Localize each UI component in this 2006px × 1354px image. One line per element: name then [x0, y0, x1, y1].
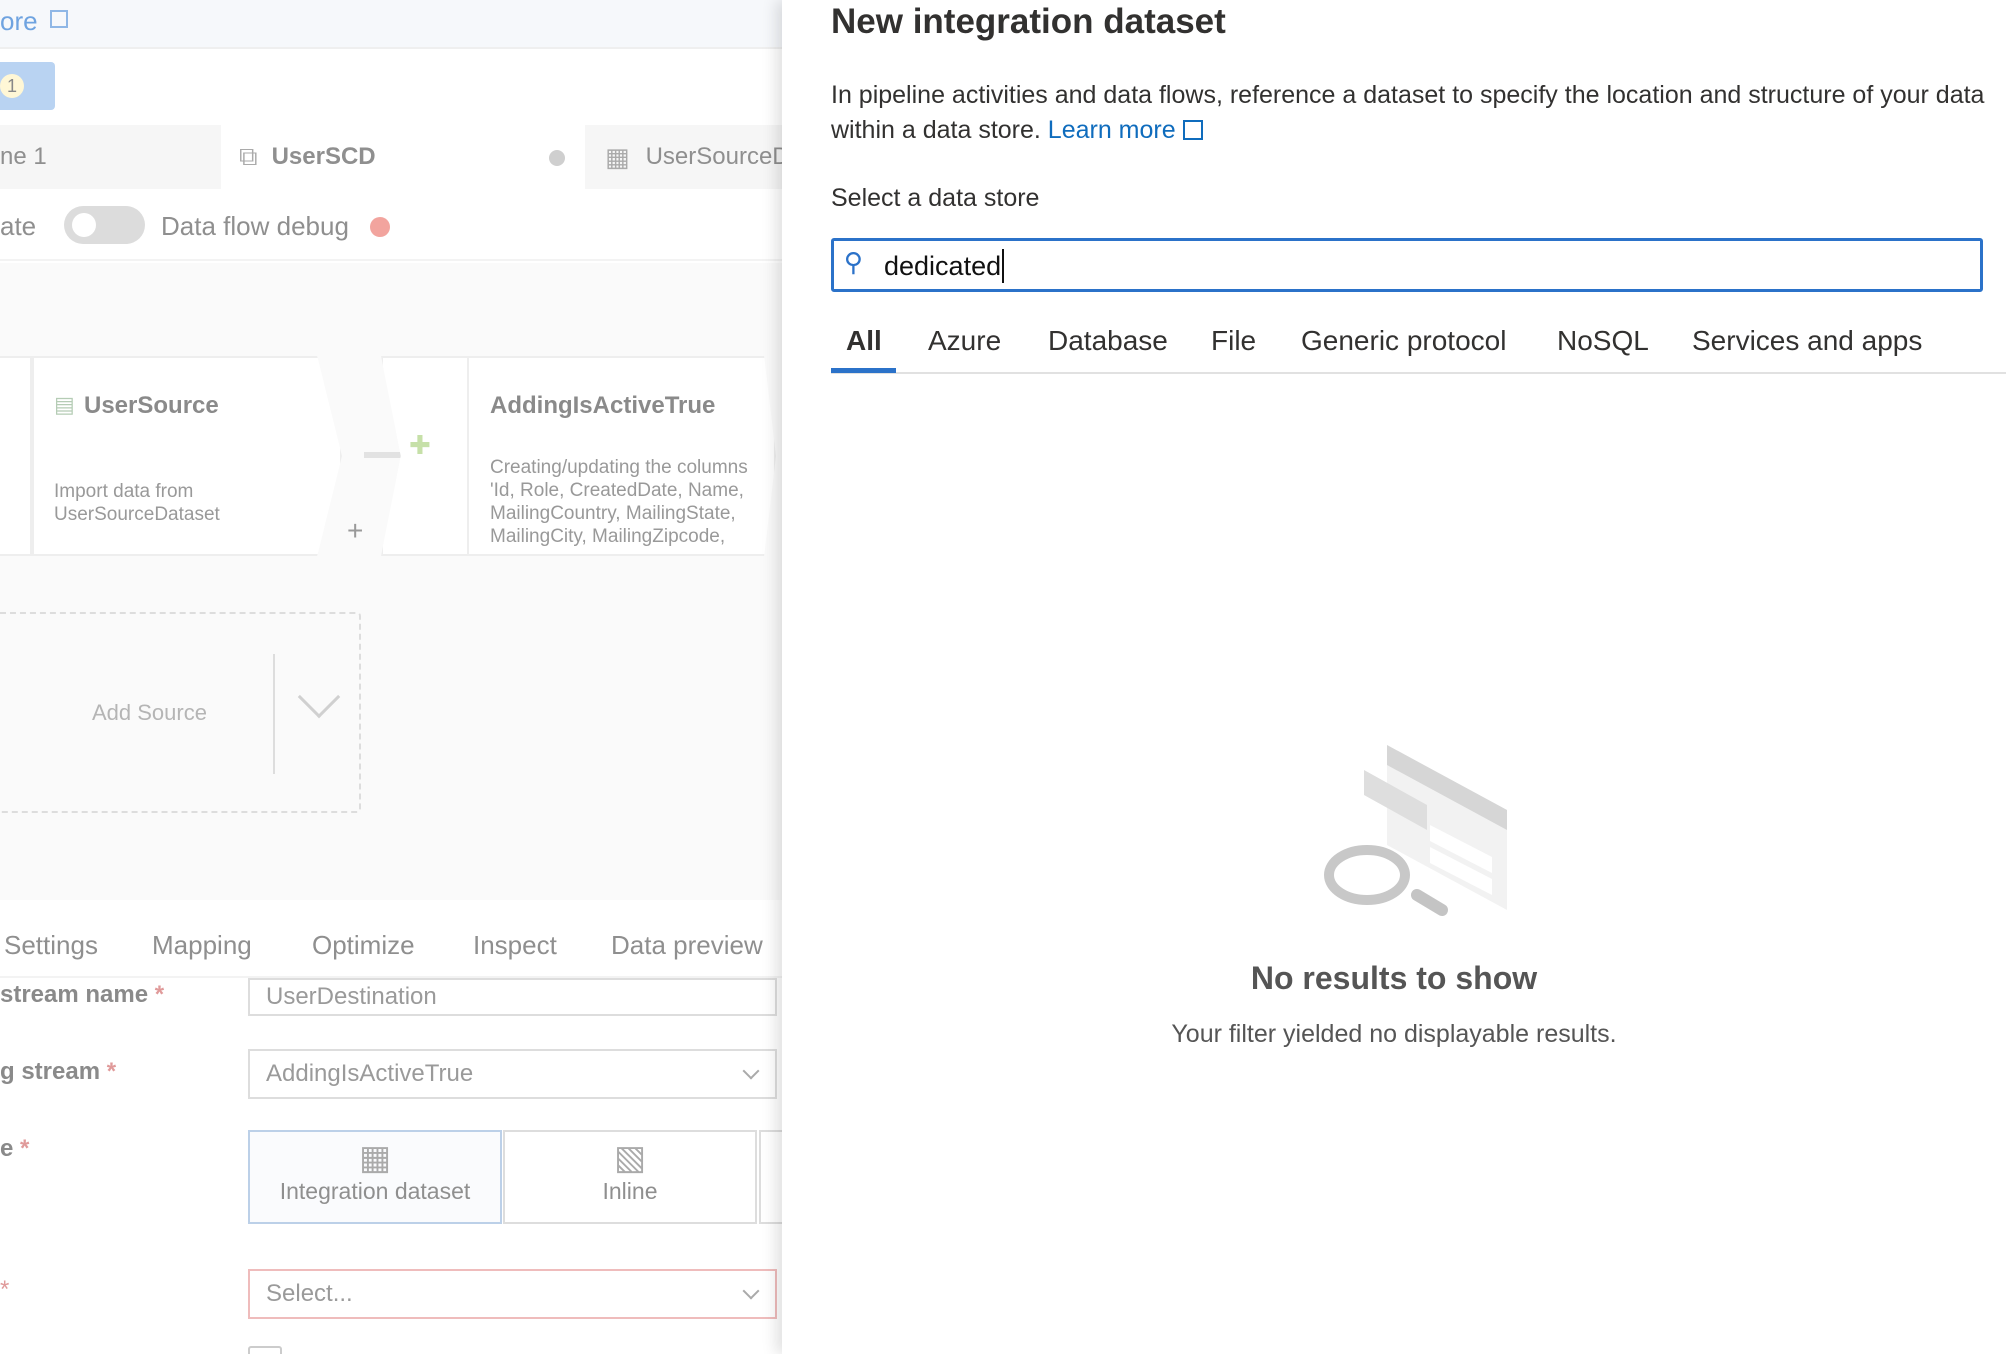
notification-count: 1 [0, 74, 24, 98]
external-link-icon [1182, 120, 1203, 140]
new-integration-dataset-panel: New integration dataset In pipeline acti… [782, 0, 2006, 1354]
tab-pipeline[interactable]: ne 1 [0, 125, 221, 189]
debug-status-icon [370, 217, 390, 237]
tab-usersourcedataset[interactable]: ▦ UserSourceD [585, 125, 782, 189]
chevron-down-icon[interactable] [297, 675, 341, 719]
label-text: g stream [0, 1058, 101, 1085]
debug-label: Data flow debug [161, 211, 349, 241]
learn-more-link[interactable]: Learn more [1048, 116, 1203, 144]
node-usersource[interactable]: ▤ UserSource Import data from UserSource… [32, 356, 342, 556]
text-cursor [1002, 249, 1004, 283]
magnifier-lens [1324, 845, 1410, 905]
select-data-store-label: Select a data store [831, 184, 1040, 212]
canvas: ▤ UserSource Import data from UserSource… [0, 263, 782, 900]
panel-title: New integration dataset [831, 2, 1226, 41]
active-tab-indicator [831, 368, 896, 373]
incoming-stream-dropdown[interactable]: AddingIsActiveTrue [248, 1049, 777, 1099]
tab-userscd[interactable]: ⧉ UserSCD [221, 125, 585, 189]
external-link-icon [50, 10, 68, 28]
add-source-label: Add Source [92, 700, 207, 725]
node-description: Import data from UserSourceDataset [54, 481, 220, 525]
dataflow-icon: ⧉ [239, 141, 258, 171]
toolbar: ate Data flow debug [0, 189, 782, 261]
tab-file[interactable]: File [1211, 325, 1256, 357]
option-label: Integration dataset [279, 1178, 471, 1204]
empty-state-subtitle: Your filter yielded no displayable resul… [1171, 1020, 1617, 1048]
settings-tabs: Settings Mapping Optimize Inspect Data p… [0, 900, 782, 978]
input-value: UserDestination [266, 983, 437, 1010]
notifications-button[interactable]: 1 [0, 62, 55, 110]
chevron-down-icon [742, 1282, 760, 1300]
background-data-flow-editor: ore 1 ne 1 ⧉ UserSCD ▦ UserSourceD ate D… [0, 0, 782, 1354]
label-text: stream name [0, 981, 149, 1008]
chevron-down-icon [742, 1062, 760, 1080]
tab-settings[interactable]: Settings [4, 930, 98, 961]
search-value: dedicated [884, 251, 1002, 281]
incoming-stream-label: g stream * [0, 1058, 116, 1086]
tab-optimize[interactable]: Optimize [312, 930, 415, 961]
inline-option[interactable]: ▧ Inline [503, 1130, 757, 1224]
table-icon: ▦ [605, 141, 630, 172]
required-mark: * [20, 1135, 30, 1162]
toggle-knob [72, 213, 96, 237]
tabs-divider [831, 372, 2006, 374]
csv-file-icon: ▤ [54, 392, 75, 417]
toolbar-label: ate [0, 211, 37, 241]
tab-label: UserSCD [271, 143, 376, 170]
magnifier-handle [1411, 889, 1448, 916]
add-transformation-button[interactable]: + [347, 515, 363, 547]
panel-description: In pipeline activities and data flows, r… [831, 78, 1991, 148]
tab-database[interactable]: Database [1048, 325, 1168, 357]
integration-dataset-option[interactable]: ▦ Integration dataset [248, 1130, 502, 1224]
required-mark: * [106, 1058, 117, 1085]
tab-azure[interactable]: Azure [928, 325, 1001, 357]
required-mark: * [0, 1276, 10, 1303]
dropdown-placeholder: Select... [266, 1280, 353, 1307]
stream-name-input[interactable]: UserDestination [248, 978, 777, 1016]
checkbox[interactable] [248, 1346, 282, 1354]
node-description: Creating/updating the columns 'Id, Role,… [490, 457, 748, 547]
add-source-box[interactable]: Add Source [0, 612, 361, 813]
label-text: e [0, 1135, 14, 1162]
dropdown-value: AddingIsActiveTrue [266, 1060, 474, 1087]
unsaved-dot-icon [549, 150, 565, 166]
tab-label: UserSourceD [645, 143, 782, 170]
node-addingisactivetrue[interactable]: ✚ AddingIsActiveTrue Creating/updating t… [381, 356, 776, 556]
tab-nosql[interactable]: NoSQL [1557, 325, 1649, 357]
tab-generic-protocol[interactable]: Generic protocol [1301, 325, 1506, 357]
stream-name-label: stream name * [0, 981, 164, 1009]
source-type-label: e * [0, 1135, 29, 1163]
info-bar: ore [0, 0, 782, 49]
link-text: Learn more [1047, 116, 1176, 144]
tab-label: ne 1 [0, 143, 47, 170]
option-partial[interactable] [759, 1130, 782, 1224]
no-results-illustration [1324, 745, 1507, 916]
connector [364, 452, 401, 458]
tab-inspect[interactable]: Inspect [473, 930, 557, 961]
tab-services-and-apps[interactable]: Services and apps [1692, 325, 1922, 357]
empty-state-title: No results to show [1250, 960, 1538, 996]
node-title: UserSource [84, 392, 219, 419]
tab-data-preview[interactable]: Data preview [611, 930, 763, 961]
inline-icon: ▧ [613, 1139, 647, 1177]
search-input[interactable]: ⚲ dedicated [831, 238, 1983, 292]
derived-column-icon: ✚ [409, 430, 431, 460]
option-label: Inline [602, 1178, 658, 1204]
table-icon: ▦ [358, 1139, 392, 1177]
search-icon: ⚲ [844, 247, 864, 277]
tab-all[interactable]: All [846, 325, 882, 357]
debug-toggle[interactable] [64, 206, 145, 244]
node-title: AddingIsActiveTrue [490, 392, 716, 419]
editor-tabs: ne 1 ⧉ UserSCD ▦ UserSourceD [0, 125, 782, 189]
learn-more-link[interactable]: ore [0, 6, 38, 37]
dataset-dropdown[interactable]: Select... [248, 1269, 777, 1319]
required-mark: * [154, 981, 165, 1008]
node-stub [0, 356, 32, 556]
tab-mapping[interactable]: Mapping [152, 930, 252, 961]
divider [273, 654, 275, 774]
description-text: In pipeline activities and data flows, r… [831, 81, 1985, 144]
